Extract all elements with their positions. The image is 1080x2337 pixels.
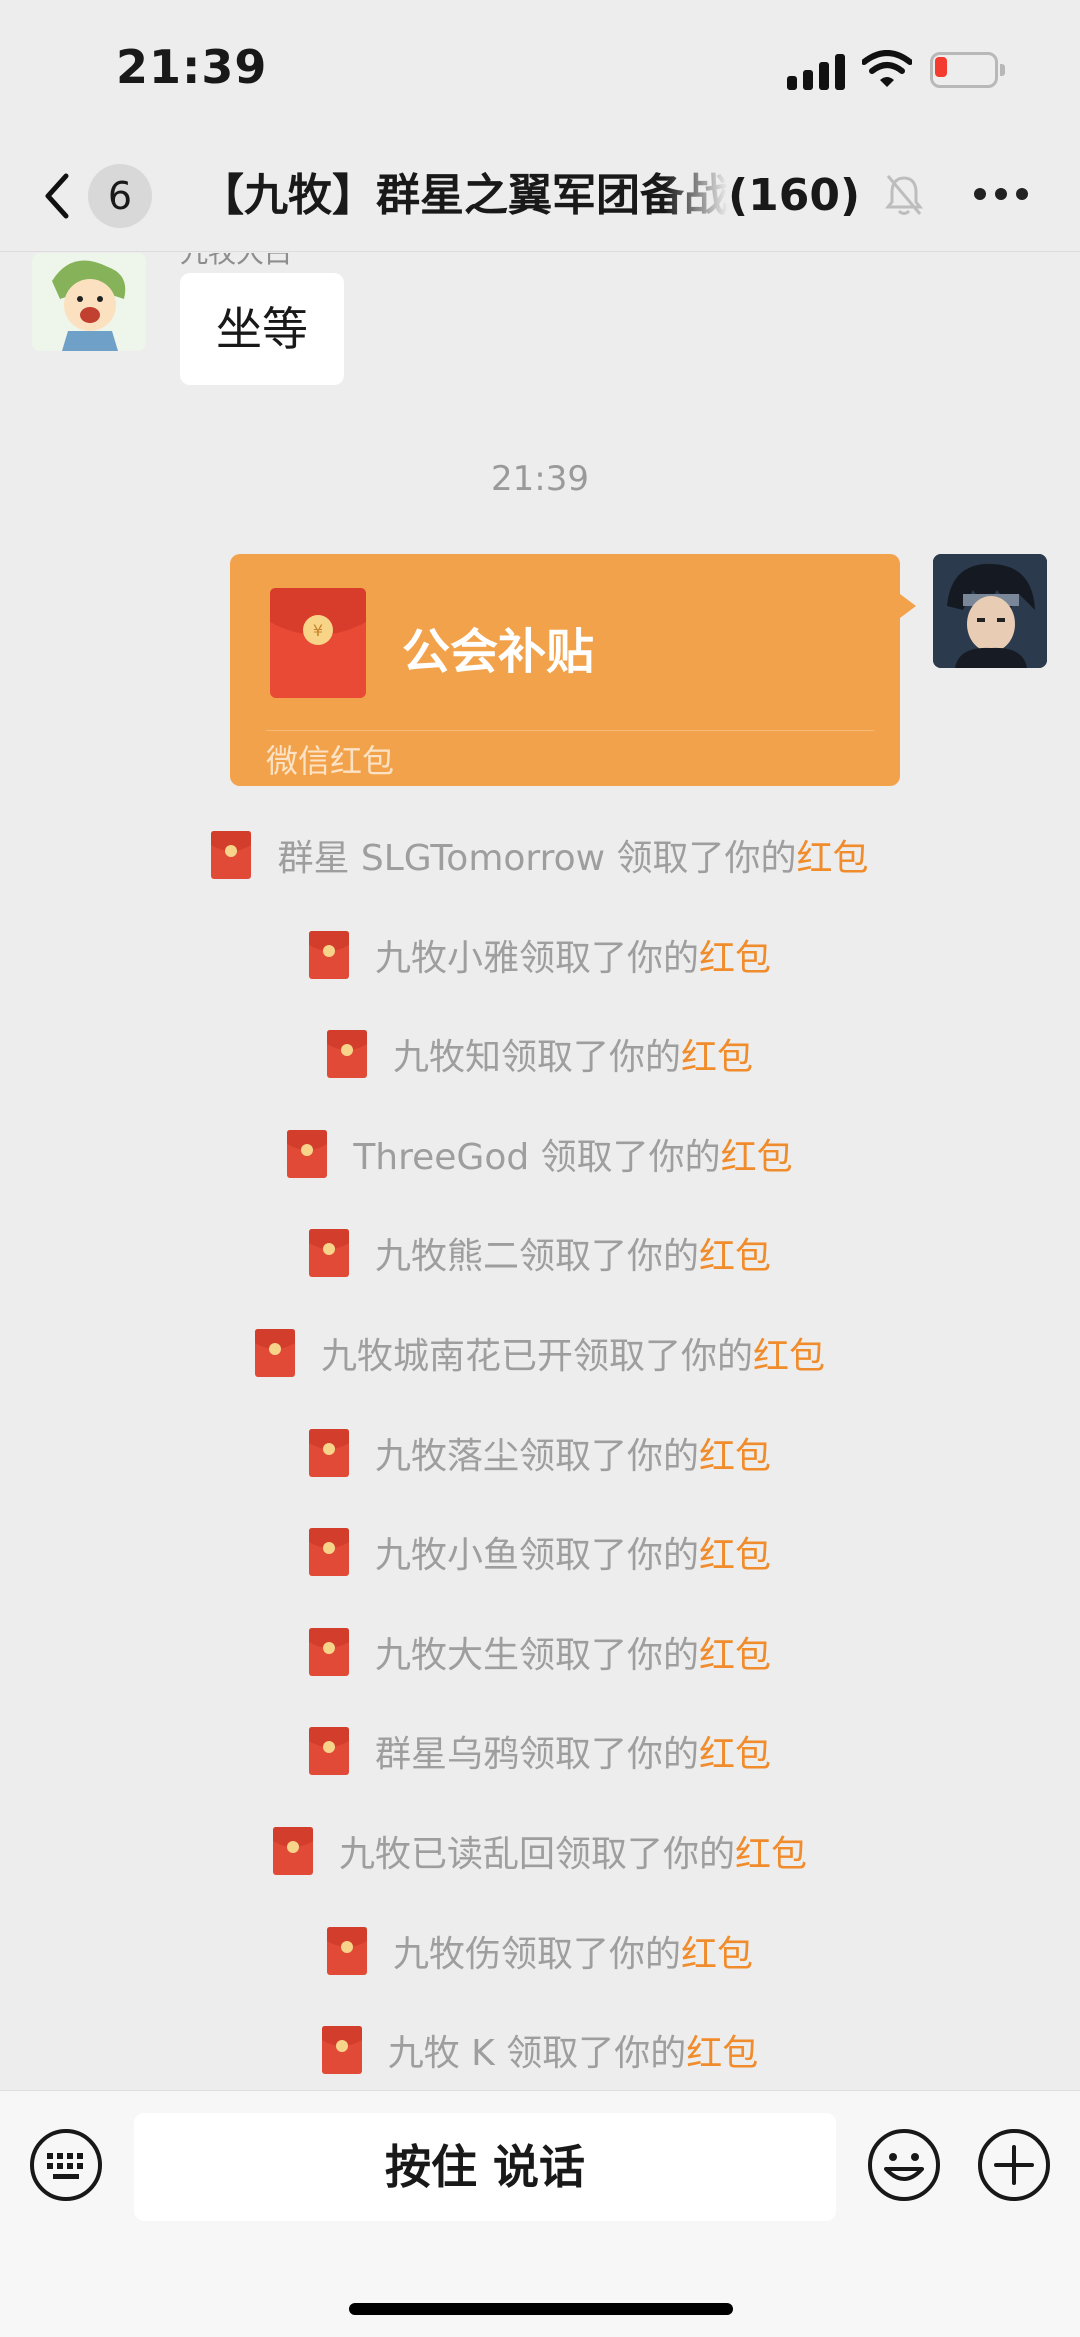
notice-content: 九牧小鱼领取了你的 红包 bbox=[308, 1526, 771, 1578]
notice-text: ThreeGod 领取了你的 bbox=[353, 1136, 721, 1178]
red-packet-footer: 微信红包 bbox=[266, 742, 395, 780]
system-notice: 九牧小鱼领取了你的 红包 bbox=[0, 1514, 1080, 1614]
red-envelope-icon: ¥ bbox=[270, 588, 366, 698]
red-envelope-icon bbox=[211, 831, 252, 879]
home-indicator[interactable] bbox=[349, 2303, 733, 2315]
notice-content: ThreeGod 领取了你的 红包 bbox=[287, 1128, 793, 1180]
red-envelope-icon bbox=[308, 1627, 349, 1676]
status-bar: 21:39 bbox=[0, 0, 1080, 140]
notice-text: 九牧大生领取了你的 bbox=[374, 1634, 699, 1676]
back-icon[interactable] bbox=[38, 168, 78, 224]
notice-text: 九牧熊二领取了你的 bbox=[374, 1236, 699, 1278]
system-notice: 九牧小雅领取了你的 红包 bbox=[0, 917, 1080, 1017]
notice-text: 九牧小雅领取了你的 bbox=[374, 937, 699, 979]
divider bbox=[266, 730, 874, 731]
red-envelope-icon bbox=[287, 1129, 328, 1178]
sender-name: 九牧大白 bbox=[180, 253, 292, 271]
notice-content: 九牧伤领取了你的 红包 bbox=[326, 1925, 753, 1977]
red-packet-link[interactable]: 红包 bbox=[699, 1626, 771, 1678]
notice-content: 九牧知领取了你的 红包 bbox=[326, 1028, 753, 1080]
system-notice: 九牧伤领取了你的 红包 bbox=[0, 1913, 1080, 2013]
notice-content: 九牧已读乱回领取了你的 红包 bbox=[272, 1825, 807, 1877]
red-envelope-icon bbox=[254, 1328, 295, 1377]
mute-icon bbox=[884, 175, 924, 215]
notice-content: 九牧 K 领取了你的 红包 bbox=[321, 2024, 758, 2076]
notice-content: 群星乌鸦领取了你的 红包 bbox=[308, 1725, 771, 1777]
wifi-icon bbox=[862, 50, 912, 87]
notice-text: 九牧小鱼领取了你的 bbox=[374, 1535, 699, 1577]
red-packet-link[interactable]: 红包 bbox=[699, 1725, 771, 1777]
message-bubble[interactable]: 坐等 bbox=[180, 273, 344, 385]
group-name: 【九牧】群星之翼军团备战 bbox=[200, 170, 728, 221]
hold-to-talk-button[interactable]: 按住 说话 bbox=[134, 2113, 836, 2221]
message-timestamp: 21:39 bbox=[491, 459, 589, 499]
system-notice: 九牧已读乱回领取了你的 红包 bbox=[0, 1813, 1080, 1913]
my-avatar[interactable] bbox=[933, 554, 1047, 668]
system-notice: 九牧 K 领取了你的 红包 bbox=[0, 2012, 1080, 2090]
signal-icon bbox=[787, 54, 845, 90]
battery-low-icon bbox=[930, 52, 1006, 88]
red-packet-link[interactable]: 红包 bbox=[699, 1427, 771, 1479]
chat-header: 6 【九牧】群星之翼军团备战(160) bbox=[0, 140, 1080, 252]
system-notice: 群星 SLGTomorrow 领取了你的 红包 bbox=[0, 817, 1080, 917]
red-envelope-icon bbox=[308, 1428, 349, 1477]
more-options-icon[interactable] bbox=[974, 188, 1028, 202]
red-packet-link[interactable]: 红包 bbox=[753, 1327, 825, 1379]
red-packet-link[interactable]: 红包 bbox=[797, 829, 869, 881]
red-packet-link[interactable]: 红包 bbox=[681, 1028, 753, 1080]
red-envelope-icon bbox=[308, 930, 349, 979]
red-packet-message[interactable]: ¥ 公会补贴 微信红包 bbox=[230, 554, 916, 786]
system-notice: ThreeGod 领取了你的 红包 bbox=[0, 1116, 1080, 1216]
keyboard-icon[interactable] bbox=[28, 2127, 104, 2203]
system-notice: 九牧知领取了你的 红包 bbox=[0, 1016, 1080, 1116]
notice-content: 九牧城南花已开领取了你的 红包 bbox=[254, 1327, 825, 1379]
notice-text: 九牧已读乱回领取了你的 bbox=[338, 1833, 735, 1875]
svg-text:¥: ¥ bbox=[313, 621, 323, 640]
chat-screen: 21:39 6 【九牧】群星之翼军团备战(160) 坐等 21:39 ¥ 公会补… bbox=[0, 0, 1080, 2337]
input-bar: 按住 说话 bbox=[0, 2090, 1080, 2337]
red-packet-link[interactable]: 红包 bbox=[699, 1227, 771, 1279]
red-packet-link[interactable]: 红包 bbox=[699, 1526, 771, 1578]
notice-content: 九牧大生领取了你的 红包 bbox=[308, 1626, 771, 1678]
red-envelope-icon bbox=[272, 1826, 313, 1875]
member-count: (160) bbox=[728, 170, 861, 221]
notice-text: 九牧伤领取了你的 bbox=[392, 1933, 681, 1975]
red-envelope-icon bbox=[321, 2026, 362, 2075]
system-notice: 群星乌鸦领取了你的 红包 bbox=[0, 1713, 1080, 1813]
system-notice: 九牧城南花已开领取了你的 红包 bbox=[0, 1315, 1080, 1415]
red-envelope-icon bbox=[326, 1926, 367, 1975]
chat-title: 【九牧】群星之翼军团备战(160) bbox=[200, 160, 880, 232]
red-packet-link[interactable]: 红包 bbox=[699, 929, 771, 981]
red-packet-link[interactable]: 红包 bbox=[686, 2024, 758, 2076]
notice-content: 群星 SLGTomorrow 领取了你的 红包 bbox=[211, 829, 869, 881]
notice-text: 九牧落尘领取了你的 bbox=[374, 1435, 699, 1477]
notice-text: 群星乌鸦领取了你的 bbox=[374, 1734, 699, 1776]
avatar[interactable] bbox=[32, 253, 146, 351]
red-packet-link[interactable]: 红包 bbox=[681, 1925, 753, 1977]
status-time: 21:39 bbox=[116, 40, 268, 94]
red-envelope-icon bbox=[308, 1727, 349, 1776]
red-packet-link[interactable]: 红包 bbox=[721, 1128, 793, 1180]
plus-icon[interactable] bbox=[976, 2127, 1052, 2203]
red-envelope-icon bbox=[326, 1030, 367, 1079]
message-list[interactable]: 九牧大白 坐等 21:39 ¥ 公会补贴 微信红包 bbox=[0, 253, 1080, 2090]
red-packet-link[interactable]: 红包 bbox=[735, 1825, 807, 1877]
notice-text: 九牧 K 领取了你的 bbox=[387, 2033, 687, 2075]
notice-content: 九牧小雅领取了你的 红包 bbox=[308, 929, 771, 981]
red-envelope-icon bbox=[308, 1229, 349, 1278]
system-notice: 九牧熊二领取了你的 红包 bbox=[0, 1215, 1080, 1315]
notice-text: 九牧知领取了你的 bbox=[392, 1037, 681, 1079]
notice-content: 九牧落尘领取了你的 红包 bbox=[308, 1427, 771, 1479]
red-envelope-icon bbox=[308, 1528, 349, 1577]
red-packet-title: 公会补贴 bbox=[402, 624, 595, 680]
system-notice: 九牧大生领取了你的 红包 bbox=[0, 1614, 1080, 1714]
emoji-icon[interactable] bbox=[866, 2127, 942, 2203]
unread-count-badge[interactable]: 6 bbox=[88, 164, 152, 228]
notice-text: 九牧城南花已开领取了你的 bbox=[320, 1335, 753, 1377]
notice-content: 九牧熊二领取了你的 红包 bbox=[308, 1227, 771, 1279]
red-packet-notices: 群星 SLGTomorrow 领取了你的 红包 九牧小雅领取了你的 红包 九牧知领取了你… bbox=[0, 817, 1080, 2090]
notice-text: 群星 SLGTomorrow 领取了你的 bbox=[277, 838, 797, 879]
system-notice: 九牧落尘领取了你的 红包 bbox=[0, 1415, 1080, 1515]
